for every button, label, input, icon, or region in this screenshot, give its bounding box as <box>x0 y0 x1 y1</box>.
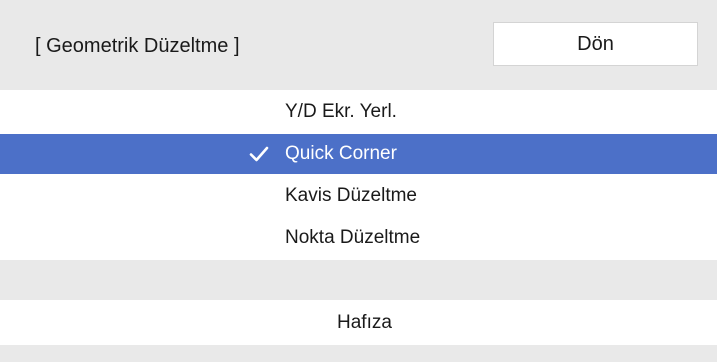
header-bar: [ Geometrik Düzeltme ] Dön <box>0 0 717 90</box>
footer-band <box>0 345 717 362</box>
menu-item-label: Nokta Düzeltme <box>285 227 421 248</box>
menu-item-memory[interactable]: Hafıza <box>0 302 717 343</box>
menu-item-label: Hafıza <box>337 312 392 333</box>
back-button[interactable]: Dön <box>493 22 698 66</box>
menu-item-quick-corner[interactable]: Quick Corner <box>0 134 717 174</box>
page-title: [ Geometrik Düzeltme ] <box>35 35 240 57</box>
menu-item-curved-correction[interactable]: Kavis Düzeltme <box>0 176 717 216</box>
checkmark-icon <box>247 134 271 174</box>
menu-item-point-correction[interactable]: Nokta Düzeltme <box>0 218 717 258</box>
menu-item-label: Y/D Ekr. Yerl. <box>285 101 397 122</box>
geometric-correction-panel: [ Geometrik Düzeltme ] Dön Y/D Ekr. Yerl… <box>0 0 717 362</box>
menu-item-label: Kavis Düzeltme <box>285 185 417 206</box>
menu-separator-band <box>0 260 717 300</box>
menu-item-label: Quick Corner <box>285 143 397 164</box>
menu-item-hv-keystone[interactable]: Y/D Ekr. Yerl. <box>0 92 717 132</box>
correction-menu: Y/D Ekr. Yerl. Quick Corner Kavis Düzelt… <box>0 92 717 260</box>
